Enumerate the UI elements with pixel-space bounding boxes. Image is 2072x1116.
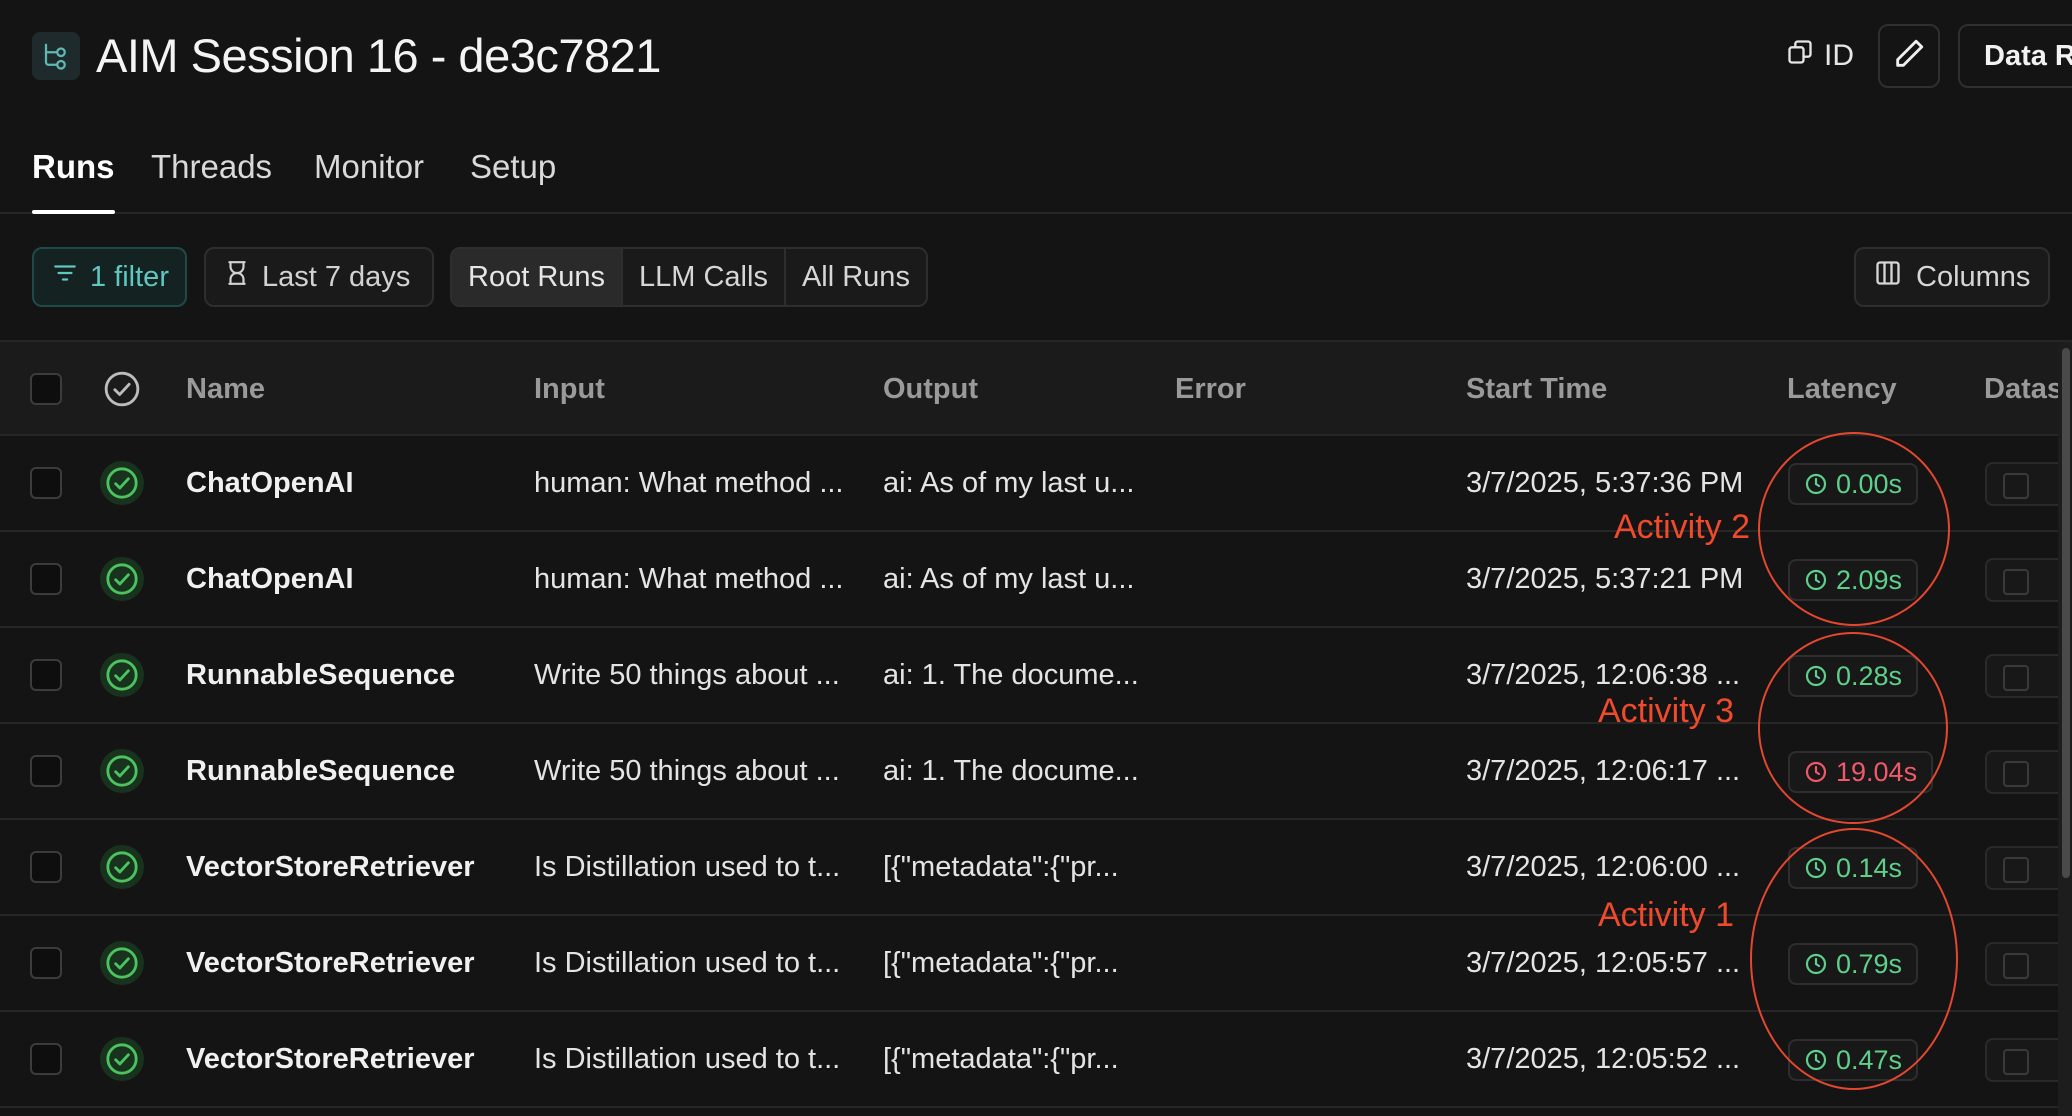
run-output[interactable]: ai: As of my last u... <box>883 436 1163 530</box>
row-checkbox[interactable] <box>30 467 62 499</box>
run-error <box>1175 1012 1445 1106</box>
filter-label: 1 filter <box>90 260 169 293</box>
add-to-dataset-button[interactable]: Data R <box>1958 24 2072 88</box>
project-tree-icon <box>32 32 80 80</box>
date-range-button[interactable]: Last 7 days <box>204 247 434 307</box>
root-runs-option[interactable]: Root Runs <box>452 249 624 305</box>
dataset-cell[interactable] <box>1985 846 2065 890</box>
column-header-output[interactable]: Output <box>883 342 978 436</box>
run-type-segmented-control: Root Runs LLM Calls All Runs <box>450 247 928 307</box>
row-checkbox[interactable] <box>30 851 62 883</box>
run-output[interactable]: ai: As of my last u... <box>883 532 1163 626</box>
date-range-label: Last 7 days <box>262 260 411 293</box>
run-error <box>1175 820 1445 914</box>
column-header-input[interactable]: Input <box>534 342 605 436</box>
all-runs-option[interactable]: All Runs <box>785 249 926 305</box>
row-checkbox[interactable] <box>30 755 62 787</box>
run-start-time: 3/7/2025, 12:06:17 ... <box>1466 755 1741 787</box>
column-header-latency[interactable]: Latency <box>1787 342 1897 436</box>
run-name[interactable]: ChatOpenAI <box>186 436 516 530</box>
run-output[interactable]: ai: 1. The docume... <box>883 628 1163 722</box>
success-status-icon <box>100 653 144 697</box>
run-input[interactable]: Is Distillation used to t... <box>534 916 864 1010</box>
success-status-icon <box>100 557 144 601</box>
tab-setup[interactable]: Setup <box>470 148 556 210</box>
run-output[interactable]: [{"metadata":{"pr... <box>883 820 1163 914</box>
run-name[interactable]: RunnableSequence <box>186 724 516 818</box>
pencil-icon <box>1892 37 1926 76</box>
run-name[interactable]: RunnableSequence <box>186 628 516 722</box>
tab-runs[interactable]: Runs <box>32 148 115 214</box>
table-header: Name Input Output Error Start Time Laten… <box>0 340 2072 436</box>
table-scrollbar[interactable] <box>2058 342 2072 1116</box>
column-header-name[interactable]: Name <box>186 342 265 436</box>
run-name[interactable]: ChatOpenAI <box>186 532 516 626</box>
copy-id-label: ID <box>1824 39 1854 72</box>
run-error <box>1175 532 1445 626</box>
run-input[interactable]: Write 50 things about ... <box>534 628 864 722</box>
run-input[interactable]: Is Distillation used to t... <box>534 820 864 914</box>
tab-bar: Runs Threads Monitor Setup <box>0 140 2072 214</box>
columns-label: Columns <box>1916 260 2031 293</box>
activity-2-label: Activity 2 <box>1614 508 1751 546</box>
tab-threads[interactable]: Threads <box>151 148 272 210</box>
runs-table: Name Input Output Error Start Time Laten… <box>0 340 2072 1116</box>
status-header-icon <box>103 370 141 413</box>
columns-button[interactable]: Columns <box>1854 247 2050 307</box>
run-input[interactable]: Write 50 things about ... <box>534 724 864 818</box>
page-title: AIM Session 16 - de3c7821 <box>96 29 661 82</box>
success-status-icon <box>100 461 144 505</box>
columns-icon <box>1874 259 1902 295</box>
run-output[interactable]: [{"metadata":{"pr... <box>883 916 1163 1010</box>
filter-button[interactable]: 1 filter <box>32 247 187 307</box>
llm-calls-option[interactable]: LLM Calls <box>623 249 786 305</box>
row-checkbox[interactable] <box>30 659 62 691</box>
dataset-cell[interactable] <box>1985 1038 2065 1082</box>
select-all-checkbox[interactable] <box>30 373 62 405</box>
success-status-icon <box>100 845 144 889</box>
dataset-cell[interactable] <box>1985 654 2065 698</box>
run-error <box>1175 628 1445 722</box>
activity-3-ellipse <box>1758 632 1948 824</box>
run-output[interactable]: ai: 1. The docume... <box>883 724 1163 818</box>
activity-1-label: Activity 1 <box>1598 896 1735 934</box>
dataset-cell[interactable] <box>1985 558 2065 602</box>
run-start-time: 3/7/2025, 12:05:52 ... <box>1466 1043 1741 1075</box>
run-name[interactable]: VectorStoreRetriever <box>186 1012 516 1106</box>
copy-icon <box>1786 38 1814 74</box>
row-checkbox[interactable] <box>30 947 62 979</box>
edit-button[interactable] <box>1878 24 1940 88</box>
filter-icon <box>52 260 78 294</box>
hourglass-icon <box>224 258 250 296</box>
run-input[interactable]: human: What method ... <box>534 532 864 626</box>
success-status-icon <box>100 749 144 793</box>
row-checkbox[interactable] <box>30 563 62 595</box>
table-row[interactable]: VectorStoreRetriever Is Distillation used… <box>0 1012 2072 1108</box>
column-header-dataset[interactable]: Datas <box>1984 342 2060 436</box>
run-input[interactable]: Is Distillation used to t... <box>534 1012 864 1106</box>
run-name[interactable]: VectorStoreRetriever <box>186 820 516 914</box>
activity-2-ellipse <box>1758 432 1950 626</box>
copy-id-button[interactable]: ID <box>1786 34 1854 78</box>
column-header-start-time[interactable]: Start Time <box>1466 342 1607 436</box>
row-checkbox[interactable] <box>30 1043 62 1075</box>
dataset-cell[interactable] <box>1985 750 2065 794</box>
run-input[interactable]: human: What method ... <box>534 436 864 530</box>
dataset-cell[interactable] <box>1985 942 2065 986</box>
column-header-error[interactable]: Error <box>1175 342 1246 436</box>
activity-1-ellipse <box>1750 828 1958 1090</box>
runs-toolbar: 1 filter Last 7 days Root Runs LLM Calls… <box>0 244 2072 310</box>
tab-monitor[interactable]: Monitor <box>314 148 424 210</box>
scrollbar-thumb[interactable] <box>2062 348 2070 878</box>
run-error <box>1175 724 1445 818</box>
success-status-icon <box>100 1037 144 1081</box>
run-name[interactable]: VectorStoreRetriever <box>186 916 516 1010</box>
run-error <box>1175 436 1445 530</box>
success-status-icon <box>100 941 144 985</box>
run-output[interactable]: [{"metadata":{"pr... <box>883 1012 1163 1106</box>
page-header: AIM Session 16 - de3c7821 ID Data R <box>0 0 2072 112</box>
activity-3-label: Activity 3 <box>1598 692 1735 730</box>
dataset-cell[interactable] <box>1985 462 2065 506</box>
run-error <box>1175 916 1445 1010</box>
